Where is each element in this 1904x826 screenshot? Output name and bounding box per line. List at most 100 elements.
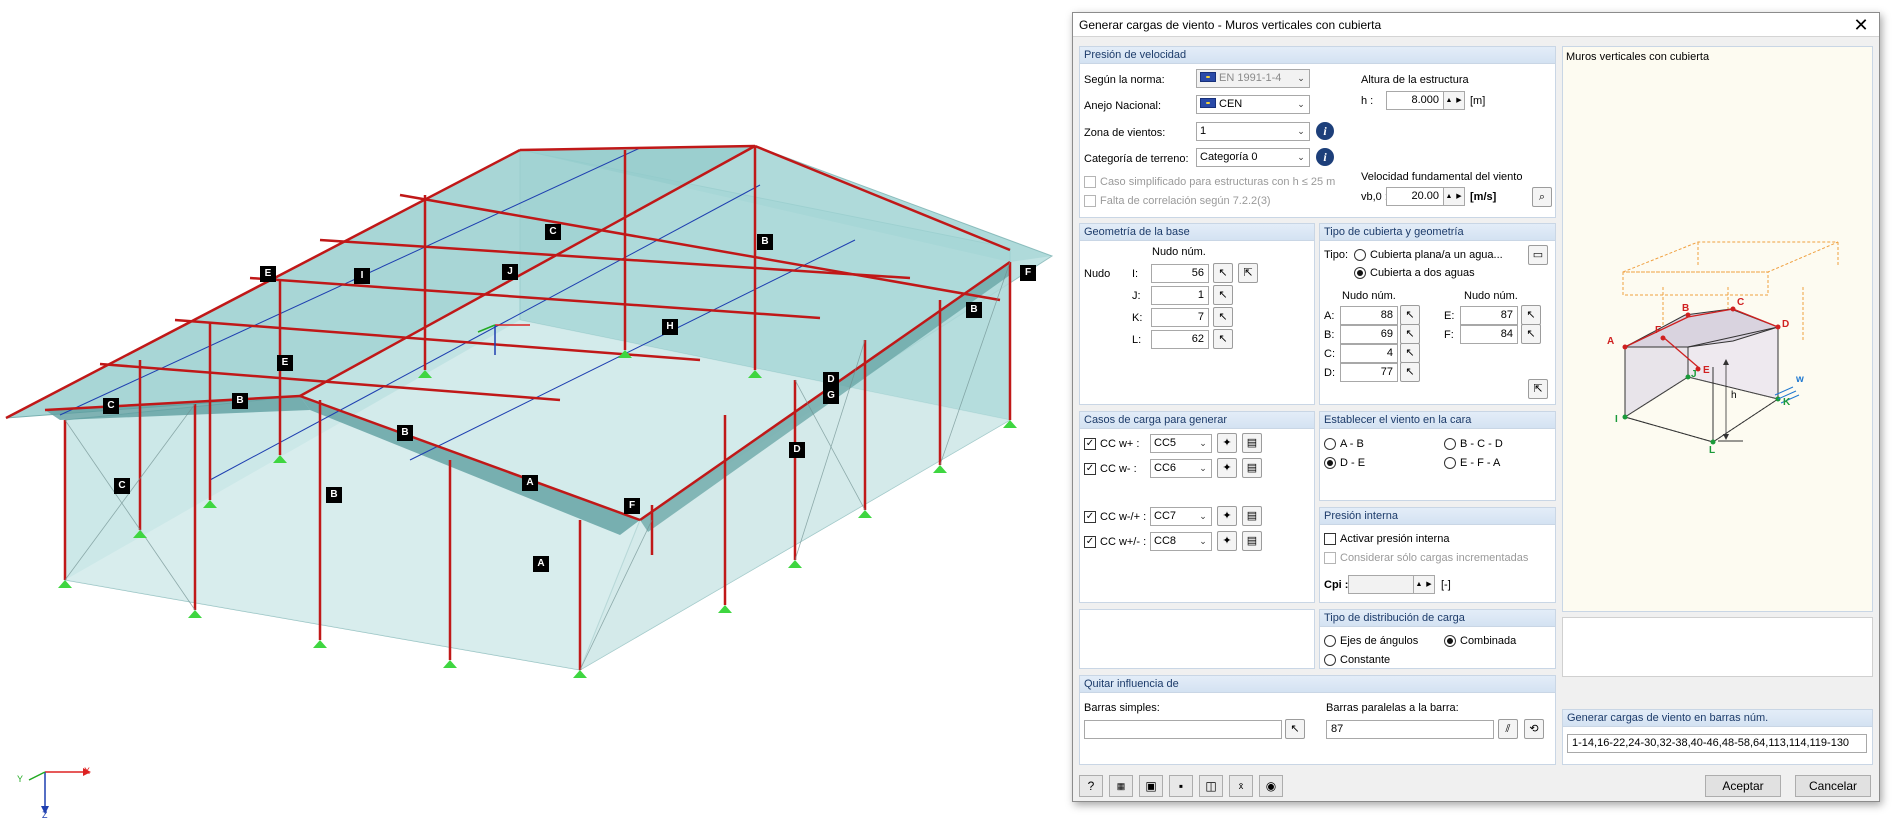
simple-members-input[interactable] xyxy=(1084,720,1282,739)
annex-select[interactable]: CEN ⌄ xyxy=(1196,95,1310,114)
case-w-plus-checkbox[interactable]: ✓ xyxy=(1084,438,1096,450)
diagram-label-j: J xyxy=(1691,369,1697,380)
load-distribution-group: Tipo de distribución de carga Ejes de án… xyxy=(1319,609,1556,669)
wind-face-b-c-d-radio[interactable] xyxy=(1444,438,1456,450)
wind-speed-title: Velocidad fundamental del viento xyxy=(1361,171,1523,183)
roof-edit-icon[interactable]: ▭ xyxy=(1528,245,1548,265)
case-w-minus-select[interactable]: CC6 ⌄ xyxy=(1150,459,1212,478)
wind-speed-spinner[interactable]: ▲ ▶ xyxy=(1443,187,1465,206)
open-folder-icon[interactable]: ▣ xyxy=(1139,775,1163,797)
case-w-plus-select[interactable]: CC5 ⌄ xyxy=(1150,434,1212,453)
height-spinner[interactable]: ▲ ▶ xyxy=(1443,91,1465,110)
correlation-label: Falta de correlación según 7.2.2(3) xyxy=(1100,195,1271,207)
case-w-minus-label: CC w- : xyxy=(1100,463,1137,475)
incremental-loads-checkbox[interactable] xyxy=(1324,552,1336,564)
reverse-icon[interactable]: ⟲ xyxy=(1524,719,1544,739)
distribution-axes-radio[interactable] xyxy=(1324,635,1336,647)
cpi-input[interactable] xyxy=(1348,575,1414,594)
close-icon[interactable]: ✕ xyxy=(1847,13,1875,37)
edit-load-case-icon[interactable]: ▤ xyxy=(1242,506,1262,526)
node-b-input[interactable]: 69 xyxy=(1340,325,1398,344)
structure-3d-model[interactable] xyxy=(0,0,1070,826)
node-i-input[interactable]: 56 xyxy=(1151,264,1209,283)
terrain-select[interactable]: Categoría 0 ⌄ xyxy=(1196,148,1310,167)
new-load-case-icon[interactable]: ✦ xyxy=(1217,458,1237,478)
surface-tag: C xyxy=(103,398,119,414)
pick-member-icon[interactable]: ↖ xyxy=(1285,719,1305,739)
height-input[interactable]: 8.000 xyxy=(1386,91,1444,110)
flat-roof-radio[interactable] xyxy=(1354,249,1366,261)
pick-node-icon[interactable]: ↖ xyxy=(1400,362,1420,382)
pick-all-roof-nodes-icon[interactable]: ⇱ xyxy=(1528,379,1548,399)
pick-node-icon[interactable]: ↖ xyxy=(1213,263,1233,283)
wind-zone-select[interactable]: 1 ⌄ xyxy=(1196,122,1310,141)
distribution-combined-radio[interactable] xyxy=(1444,635,1456,647)
node-k-input[interactable]: 7 xyxy=(1151,308,1209,327)
model-viewport[interactable]: C B E I J B C H B A D G D F E B C A B F … xyxy=(0,0,1070,826)
save-icon[interactable]: ▪ xyxy=(1169,775,1193,797)
parallel-members-input[interactable]: 87 xyxy=(1326,720,1494,739)
correlation-checkbox[interactable] xyxy=(1084,195,1096,207)
annex-label: Anejo Nacional: xyxy=(1084,100,1162,112)
new-load-case-icon[interactable]: ✦ xyxy=(1217,531,1237,551)
case-w-plus-minus-select[interactable]: CC8 ⌄ xyxy=(1150,532,1212,551)
wind-face-e-f-a-label: E - F - A xyxy=(1460,457,1501,469)
node-d-input[interactable]: 77 xyxy=(1340,363,1398,382)
info-icon[interactable]: i xyxy=(1316,122,1334,140)
standard-select[interactable]: EN 1991-1-4 ⌄ xyxy=(1196,69,1310,88)
dialog-titlebar[interactable]: Generar cargas de viento - Muros vertica… xyxy=(1073,13,1879,37)
pick-parallel-member-icon[interactable]: ⫽ xyxy=(1498,719,1518,739)
cpi-spinner[interactable]: ▲ ▶ xyxy=(1413,575,1435,594)
internal-pressure-checkbox[interactable] xyxy=(1324,533,1336,545)
generate-members-input[interactable]: 1-14,16-22,24-30,32-38,40-46,48-58,64,11… xyxy=(1567,734,1867,753)
simplified-checkbox[interactable] xyxy=(1084,176,1096,188)
eu-flag-icon xyxy=(1200,72,1216,82)
case-w-minus-checkbox[interactable]: ✓ xyxy=(1084,463,1096,475)
pick-node-icon[interactable]: ↖ xyxy=(1521,305,1541,325)
edit-load-case-icon[interactable]: ▤ xyxy=(1242,531,1262,551)
map-search-icon[interactable]: ⌕ xyxy=(1532,187,1552,207)
diagram-label-h: h xyxy=(1731,390,1737,401)
new-load-case-icon[interactable]: ✦ xyxy=(1217,433,1237,453)
node-a-input[interactable]: 88 xyxy=(1340,306,1398,325)
distribution-constant-radio[interactable] xyxy=(1324,654,1336,666)
node-l-input[interactable]: 62 xyxy=(1151,330,1209,349)
info-icon[interactable]: i xyxy=(1316,148,1334,166)
wind-face-a-b-radio[interactable] xyxy=(1324,438,1336,450)
view-icon[interactable]: ◫ xyxy=(1199,775,1223,797)
cancel-button[interactable]: Cancelar xyxy=(1795,775,1871,797)
eye-icon[interactable]: ◉ xyxy=(1259,775,1283,797)
pick-node-icon[interactable]: ↖ xyxy=(1213,285,1233,305)
node-c-input[interactable]: 4 xyxy=(1340,344,1398,363)
formula-icon[interactable]: x̄ xyxy=(1229,775,1253,797)
diagram-label-d: D xyxy=(1782,319,1790,330)
standard-label: Según la norma: xyxy=(1084,74,1165,86)
new-load-case-icon[interactable]: ✦ xyxy=(1217,506,1237,526)
load-cases-group: Casos de carga para generar ✓ CC w+ : CC… xyxy=(1079,411,1315,603)
edit-load-case-icon[interactable]: ▤ xyxy=(1242,458,1262,478)
pick-node-icon[interactable]: ↖ xyxy=(1213,307,1233,327)
pick-node-icon[interactable]: ↖ xyxy=(1400,343,1420,363)
pick-node-icon[interactable]: ↖ xyxy=(1213,329,1233,349)
units-icon[interactable]: ▦ xyxy=(1109,775,1133,797)
gable-roof-radio[interactable] xyxy=(1354,267,1366,279)
help-icon[interactable]: ? xyxy=(1079,775,1103,797)
node-e-label: E: xyxy=(1444,310,1455,322)
node-f-input[interactable]: 84 xyxy=(1460,325,1518,344)
pick-node-icon[interactable]: ↖ xyxy=(1400,305,1420,325)
node-e-input[interactable]: 87 xyxy=(1460,306,1518,325)
wind-face-e-f-a-radio[interactable] xyxy=(1444,457,1456,469)
wind-face-d-e-radio[interactable] xyxy=(1324,457,1336,469)
wind-speed-input[interactable]: 20.00 xyxy=(1386,187,1444,206)
surface-tag: I xyxy=(354,268,370,284)
cpi-unit: [-] xyxy=(1441,579,1451,591)
case-w-plus-minus-checkbox[interactable]: ✓ xyxy=(1084,536,1096,548)
pick-node-icon[interactable]: ↖ xyxy=(1521,324,1541,344)
case-w-minus-plus-checkbox[interactable]: ✓ xyxy=(1084,511,1096,523)
case-w-minus-plus-select[interactable]: CC7 ⌄ xyxy=(1150,507,1212,526)
accept-button[interactable]: Aceptar xyxy=(1705,775,1781,797)
pick-all-nodes-icon[interactable]: ⇱ xyxy=(1238,263,1258,283)
node-j-input[interactable]: 1 xyxy=(1151,286,1209,305)
pick-node-icon[interactable]: ↖ xyxy=(1400,324,1420,344)
edit-load-case-icon[interactable]: ▤ xyxy=(1242,433,1262,453)
